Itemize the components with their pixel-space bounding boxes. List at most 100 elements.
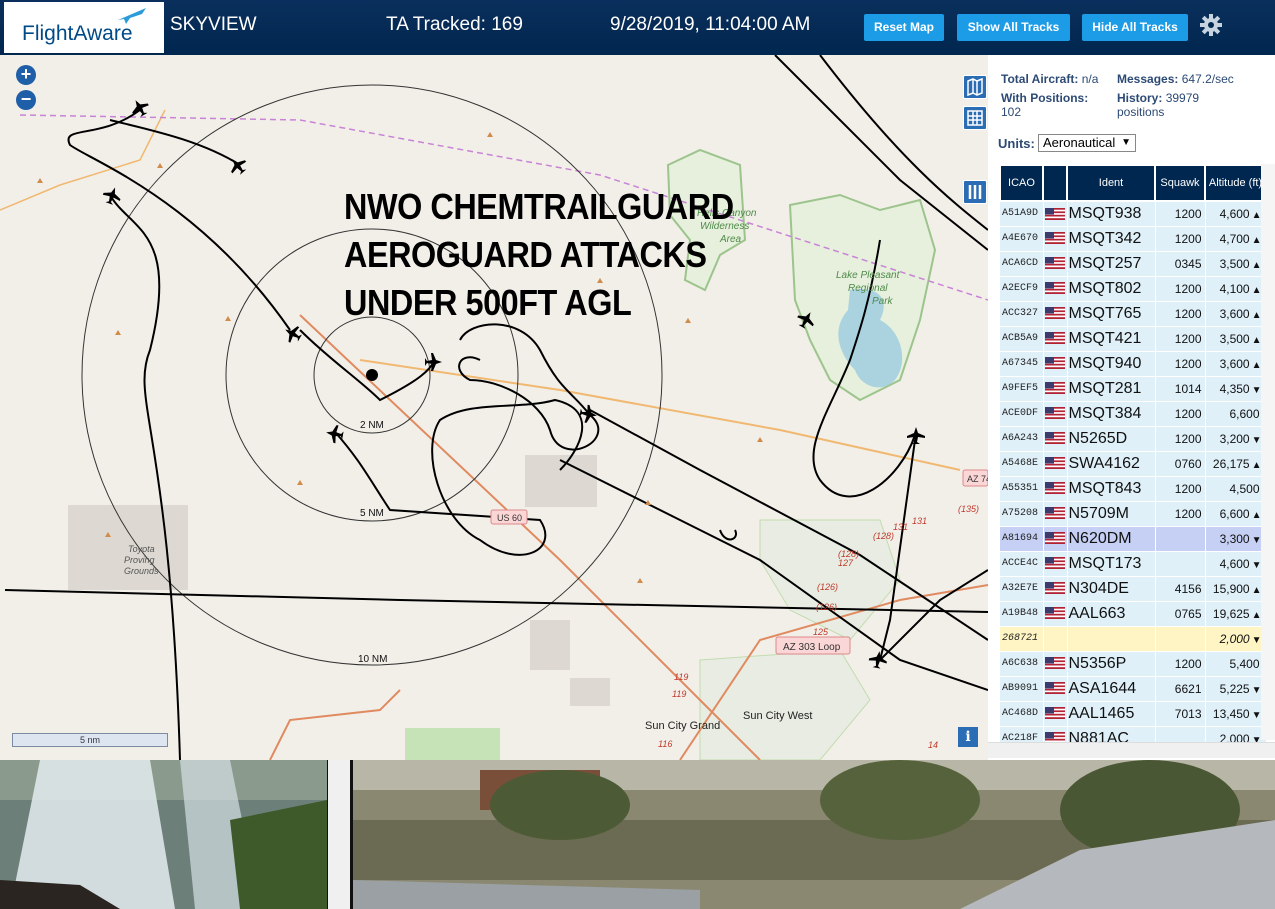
- flag-cell: [1043, 326, 1068, 352]
- ident-cell: N5265D: [1067, 426, 1156, 452]
- altitude-trend-icon: ▲: [1251, 259, 1262, 271]
- table-row[interactable]: A5468E SWA4162 0760 26,175 ▲: [1000, 451, 1267, 477]
- road-number: (135): [958, 504, 979, 514]
- ident-cell: N5356P: [1067, 651, 1156, 677]
- table-row[interactable]: ACB5A9 MSQT421 1200 3,500 ▲: [1000, 326, 1267, 352]
- flag-cell: [1043, 451, 1068, 477]
- column-header-ident[interactable]: Ident: [1066, 164, 1156, 202]
- column-header-altitude[interactable]: Altitude (ft): [1204, 164, 1267, 202]
- zoom-in-button[interactable]: +: [16, 65, 36, 85]
- us-flag-icon: [1044, 582, 1065, 595]
- divider: [328, 760, 350, 909]
- gear-icon[interactable]: [1198, 12, 1224, 38]
- road-number: 131: [912, 516, 927, 526]
- altitude-value: 5,400: [1229, 656, 1260, 671]
- squawk-cell: 0765: [1155, 601, 1206, 627]
- table-row[interactable]: A4E670 MSQT342 1200 4,700 ▲: [1000, 226, 1267, 252]
- units-select[interactable]: Aeronautical ▼: [1038, 134, 1136, 152]
- logo-text: FlightAware: [22, 22, 133, 45]
- ident-cell: MSQT421: [1067, 326, 1156, 352]
- total-aircraft-stat: Total Aircraft: n/a: [1001, 72, 1098, 86]
- table-row[interactable]: 268721 2,000 ▼: [1000, 626, 1267, 652]
- proving-label: Toyota: [128, 544, 155, 554]
- table-row[interactable]: A9FEF5 MSQT281 1014 4,350 ▼: [1000, 376, 1267, 402]
- column-header-icao[interactable]: ICAO: [999, 164, 1044, 202]
- squawk-cell: 1200: [1155, 426, 1206, 452]
- aircraft-icon: [326, 425, 344, 444]
- altitude-cell: 3,600 ▲: [1205, 301, 1267, 327]
- table-row[interactable]: A75208 N5709M 1200 6,600 ▲: [1000, 501, 1267, 527]
- squawk-cell: [1155, 626, 1206, 652]
- vertical-scrollbar[interactable]: [1261, 164, 1275, 740]
- columns-toggle-button[interactable]: [963, 180, 987, 204]
- ident-cell: MSQT940: [1067, 351, 1156, 377]
- hide-all-tracks-button[interactable]: Hide All Tracks: [1082, 14, 1188, 41]
- table-row[interactable]: A67345 MSQT940 1200 3,600 ▲: [1000, 351, 1267, 377]
- us-flag-icon: [1044, 232, 1065, 245]
- icao-cell: A9FEF5: [1000, 376, 1044, 402]
- flag-cell: [1043, 201, 1068, 227]
- table-row[interactable]: ACE0DF MSQT384 1200 6,600: [1000, 401, 1267, 427]
- zoom-out-button[interactable]: −: [16, 90, 36, 110]
- table-row[interactable]: ACCE4C MSQT173 4,600 ▼: [1000, 551, 1267, 577]
- table-row[interactable]: A19B48 AAL663 0765 19,625 ▲: [1000, 601, 1267, 627]
- messages-value: 647.2/sec: [1181, 72, 1234, 86]
- map-view[interactable]: 2 NM 5 NM 10 NM Hells Canyon Wilderness …: [0, 55, 988, 760]
- table-row[interactable]: A81694 N620DM 3,300 ▼: [1000, 526, 1267, 552]
- urban-block: [530, 620, 570, 670]
- info-button[interactable]: i: [958, 727, 978, 747]
- table-row[interactable]: A51A9D MSQT938 1200 4,600 ▲: [1000, 201, 1267, 227]
- grid-toggle-button[interactable]: [963, 106, 987, 130]
- aircraft-icon: [102, 187, 121, 205]
- flightaware-logo[interactable]: FlightAware: [4, 2, 164, 53]
- table-row[interactable]: ACC327 MSQT765 1200 3,600 ▲: [1000, 301, 1267, 327]
- altitude-value: 4,100: [1219, 281, 1250, 296]
- horizontal-scrollbar[interactable]: [988, 742, 1275, 758]
- table-row[interactable]: ACA6CD MSQT257 0345 3,500 ▲: [1000, 251, 1267, 277]
- altitude-value: 2,000: [1219, 631, 1250, 646]
- ident-cell: MSQT384: [1067, 401, 1156, 427]
- icao-cell: ACB5A9: [1000, 326, 1044, 352]
- altitude-trend-icon: ▲: [1251, 584, 1262, 596]
- ident-cell: MSQT281: [1067, 376, 1156, 402]
- squawk-cell: 1200: [1155, 501, 1206, 527]
- icao-cell: ACCE4C: [1000, 551, 1044, 577]
- us-flag-icon: [1044, 357, 1065, 370]
- squawk-cell: 7013: [1155, 701, 1206, 727]
- icao-cell: ACC327: [1000, 301, 1044, 327]
- altitude-value: 4,350: [1219, 381, 1250, 396]
- table-row[interactable]: A32E7E N304DE 4156 15,900 ▲: [1000, 576, 1267, 602]
- show-all-tracks-button[interactable]: Show All Tracks: [957, 14, 1070, 41]
- icao-cell: AC468D: [1000, 701, 1044, 727]
- squawk-cell: 1200: [1155, 326, 1206, 352]
- icao-cell: AB9091: [1000, 676, 1044, 702]
- flag-cell: [1043, 551, 1068, 577]
- altitude-trend-icon: ▲: [1251, 234, 1262, 246]
- altitude-trend-icon: ▲: [1251, 334, 1262, 346]
- ident-cell: ASA1644: [1067, 676, 1156, 702]
- altitude-cell: 6,600 ▲: [1205, 501, 1267, 527]
- altitude-trend-icon: ▲: [1251, 309, 1262, 321]
- altitude-trend-icon: ▼: [1251, 434, 1262, 446]
- table-row[interactable]: AC468D AAL1465 7013 13,450 ▼: [1000, 701, 1267, 727]
- proving-label: Grounds: [124, 566, 159, 576]
- map-canvas[interactable]: 2 NM 5 NM 10 NM Hells Canyon Wilderness …: [0, 55, 988, 760]
- flag-cell: [1043, 301, 1068, 327]
- table-row[interactable]: A6A243 N5265D 1200 3,200 ▼: [1000, 426, 1267, 452]
- waterfall-photo: [0, 760, 327, 909]
- table-row[interactable]: AB9091 ASA1644 6621 5,225 ▼: [1000, 676, 1267, 702]
- squawk-cell: 6621: [1155, 676, 1206, 702]
- map-layer-button[interactable]: [963, 75, 987, 99]
- ident-cell: AAL1465: [1067, 701, 1156, 727]
- table-row[interactable]: A6C638 N5356P 1200 5,400: [1000, 651, 1267, 677]
- ident-cell: MSQT342: [1067, 226, 1156, 252]
- table-row[interactable]: A55351 MSQT843 1200 4,500: [1000, 476, 1267, 502]
- reset-map-button[interactable]: Reset Map: [864, 14, 944, 41]
- column-header-flag[interactable]: [1042, 164, 1068, 202]
- altitude-value: 13,450: [1212, 706, 1250, 721]
- altitude-value: 19,625: [1212, 606, 1250, 621]
- altitude-cell: 4,350 ▼: [1205, 376, 1267, 402]
- table-row[interactable]: A2ECF9 MSQT802 1200 4,100 ▲: [1000, 276, 1267, 302]
- column-header-squawk[interactable]: Squawk: [1154, 164, 1206, 202]
- altitude-trend-icon: ▼: [1251, 384, 1262, 396]
